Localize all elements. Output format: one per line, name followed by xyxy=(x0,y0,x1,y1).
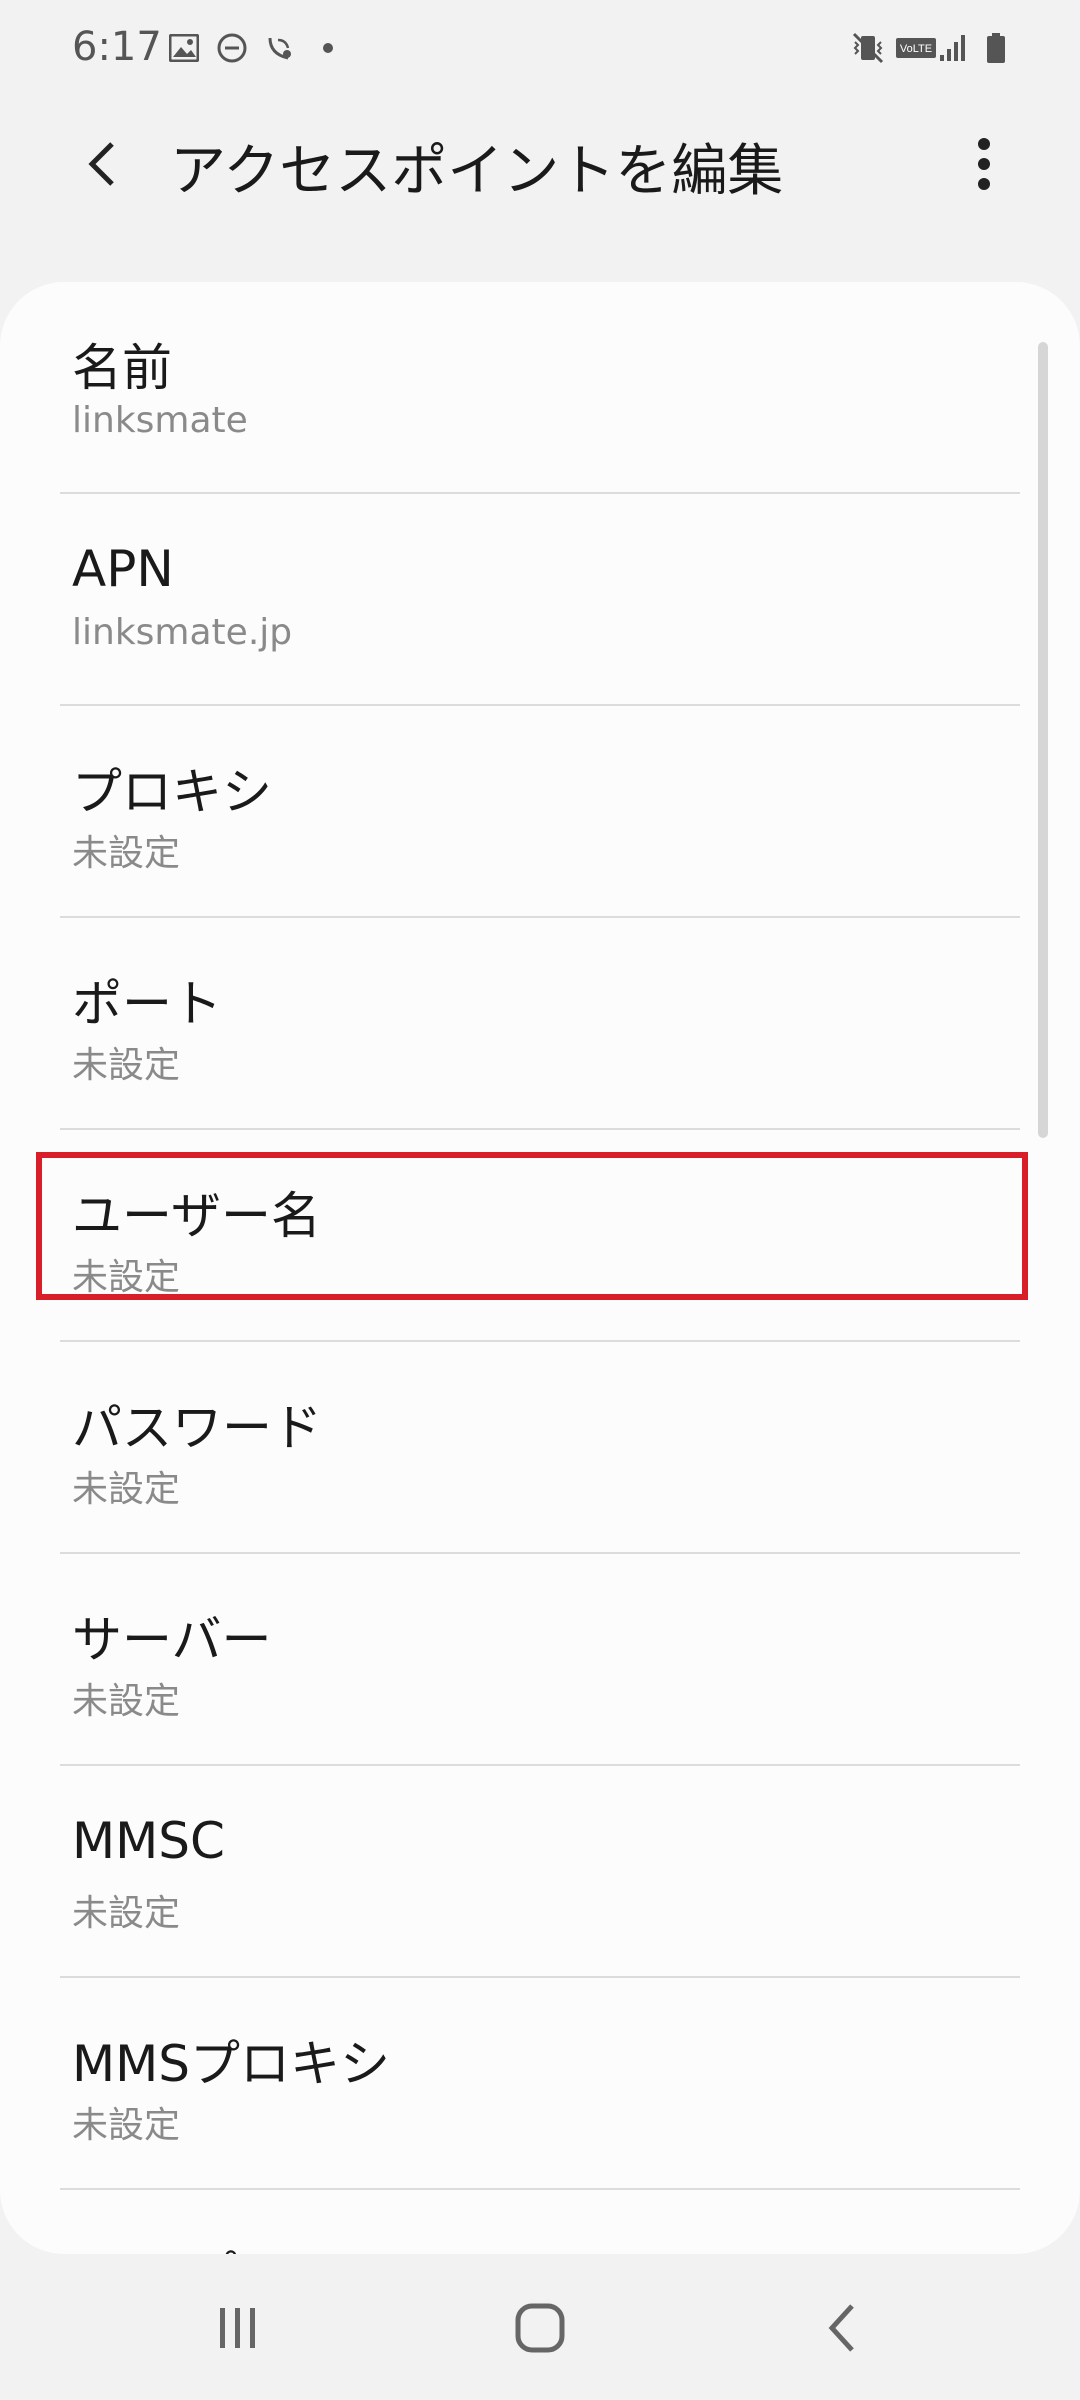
navigation-bar xyxy=(0,2254,1080,2400)
image-icon xyxy=(166,28,202,68)
volte-icon: VoLTE xyxy=(894,28,938,68)
setting-item-name[interactable]: 名前 linksmate xyxy=(0,282,1080,492)
app-bar: アクセスポイントを編集 xyxy=(0,96,1080,232)
setting-title: MMSプロキシ xyxy=(72,2035,391,2093)
setting-item-server[interactable]: サーバー 未設定 xyxy=(0,1554,1080,1764)
setting-item-mms-port[interactable]: MMSポート xyxy=(0,2190,1080,2254)
setting-value: linksmate xyxy=(72,400,248,441)
back-icon xyxy=(828,2304,854,2352)
page-title: アクセスポイントを編集 xyxy=(170,139,784,204)
setting-value: 未設定 xyxy=(72,1893,181,1934)
setting-title: APN xyxy=(72,540,174,598)
setting-title: MMSポート xyxy=(72,2236,340,2254)
home-button[interactable] xyxy=(480,2280,600,2376)
svg-text:VoLTE: VoLTE xyxy=(900,43,932,55)
screen: 6:17 VoLTE アクセスポイントを編集 名前 linksmate APN … xyxy=(0,0,1080,2400)
setting-title: ポート xyxy=(72,975,222,1033)
highlight-box xyxy=(36,1152,1028,1300)
recents-icon xyxy=(220,2308,255,2348)
setting-title: 名前 xyxy=(72,339,172,397)
more-vert-icon xyxy=(978,138,990,190)
setting-title: プロキシ xyxy=(72,763,272,821)
setting-item-apn[interactable]: APN linksmate.jp xyxy=(0,494,1080,704)
battery-icon xyxy=(982,28,1010,68)
setting-value: 未設定 xyxy=(72,833,181,874)
recents-button[interactable] xyxy=(178,2280,298,2376)
setting-item-mms-proxy[interactable]: MMSプロキシ 未設定 xyxy=(0,1978,1080,2188)
dot-icon xyxy=(318,28,338,68)
setting-item-password[interactable]: パスワード 未設定 xyxy=(0,1342,1080,1552)
nav-back-button[interactable] xyxy=(782,2280,902,2376)
setting-title: パスワード xyxy=(72,1399,322,1457)
setting-item-port[interactable]: ポート 未設定 xyxy=(0,918,1080,1128)
setting-value: 未設定 xyxy=(72,1469,181,1510)
setting-value: linksmate.jp xyxy=(72,612,293,653)
setting-title: MMSC xyxy=(72,1812,225,1870)
apn-settings-list: 名前 linksmate APN linksmate.jp プロキシ 未設定 ポ… xyxy=(0,282,1080,2254)
back-arrow-icon xyxy=(88,142,114,186)
vibrate-icon xyxy=(848,28,888,68)
setting-title: サーバー xyxy=(72,1611,272,1669)
wifi-call-icon xyxy=(262,28,298,68)
setting-value: 未設定 xyxy=(72,1045,181,1086)
status-time: 6:17 xyxy=(72,24,162,70)
setting-item-proxy[interactable]: プロキシ 未設定 xyxy=(0,706,1080,916)
signal-icon xyxy=(936,28,968,68)
setting-value: 未設定 xyxy=(72,1681,181,1722)
setting-value: 未設定 xyxy=(72,2105,181,2146)
dnd-icon xyxy=(214,28,250,68)
back-button[interactable] xyxy=(54,116,150,212)
home-icon xyxy=(515,2303,565,2353)
more-options-button[interactable] xyxy=(944,116,1024,212)
setting-item-mmsc[interactable]: MMSC 未設定 xyxy=(0,1766,1080,1976)
status-bar: 6:17 VoLTE xyxy=(0,0,1080,96)
